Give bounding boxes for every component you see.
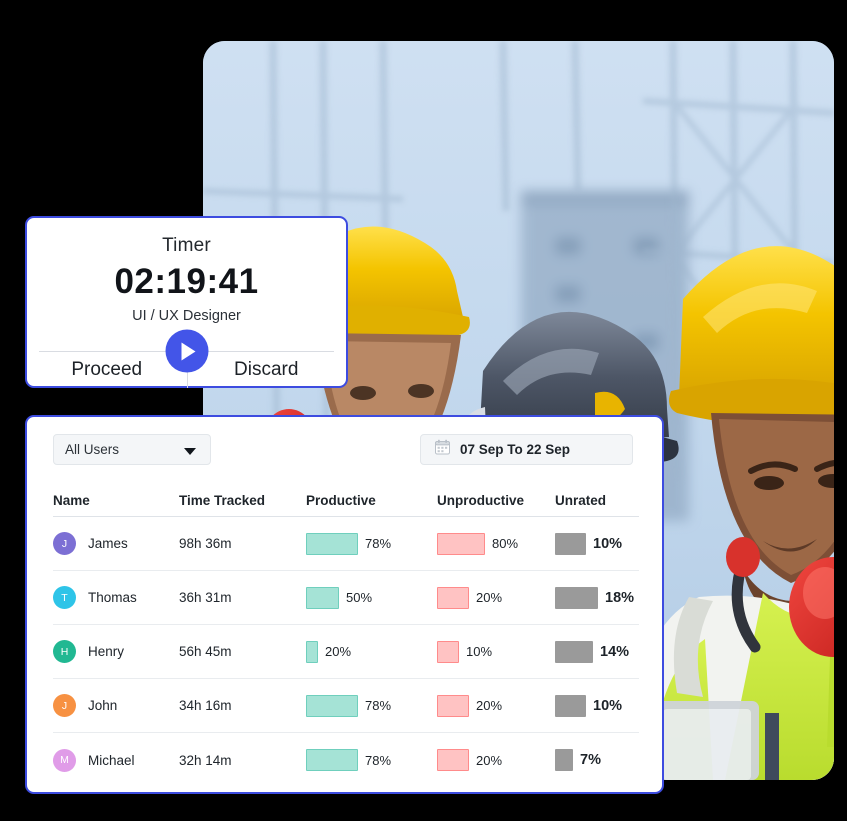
unprod-bar [437, 586, 469, 609]
unprod-bar [437, 694, 469, 717]
unprod-percent: 10% [466, 644, 493, 659]
avatar: M [53, 748, 76, 772]
prod-percent: 78% [365, 752, 392, 768]
column-header-productive: Productive [306, 493, 376, 508]
cell-time-tracked: 32h 14m [179, 752, 232, 768]
unprod-bar [437, 640, 459, 663]
column-header-name: Name [53, 493, 90, 508]
cell-name: M Michael [53, 748, 179, 772]
timer-value: 02:19:41 [114, 262, 259, 301]
prod-percent: 20% [325, 644, 352, 659]
date-range-picker[interactable]: 07 Sep To 22 Sep [420, 434, 633, 465]
prod-percent: 78% [365, 698, 392, 713]
unprod-percent: 20% [476, 698, 503, 713]
cell-unprod: 80% [437, 532, 555, 555]
cell-unprod: 20% [437, 586, 555, 609]
cell-unprod: 20% [437, 694, 555, 717]
unprod-percent: 80% [492, 536, 519, 551]
prod-percent: 50% [346, 590, 373, 605]
unrated-bar [555, 694, 586, 717]
table-row[interactable]: H Henry 56h 45m 20% 10% 14% [53, 625, 639, 679]
table-body: J James 98h 36m 78% 80% 10% T Thomas 36h 31m 50% 2… [53, 517, 639, 787]
prod-bar [306, 586, 339, 609]
cell-unrated: 10% [555, 532, 639, 555]
timer-card: Timer 02:19:41 UI / UX Designer Proceed … [25, 216, 348, 388]
table-header-row: Name Time Tracked Productive Unproductiv… [53, 491, 639, 517]
user-name: Henry [88, 644, 125, 659]
cell-name: J James [53, 532, 179, 555]
cell-unrated: 18% [555, 586, 639, 609]
unprod-bar [437, 749, 469, 771]
user-name: Michael [88, 752, 135, 768]
unrated-percent: 10% [593, 535, 623, 552]
cell-name: H Henry [53, 640, 179, 663]
cell-unrated: 7% [555, 749, 639, 771]
discard-button[interactable]: Discard [187, 352, 347, 388]
unrated-percent: 10% [593, 697, 623, 714]
timer-role: UI / UX Designer [132, 308, 241, 324]
unprod-bar [437, 532, 485, 555]
play-icon[interactable] [165, 329, 208, 373]
unprod-percent: 20% [476, 752, 503, 768]
cell-time-tracked: 98h 36m [179, 536, 232, 551]
timer-title: Timer [162, 235, 211, 256]
cell-time-tracked: 56h 45m [179, 644, 232, 659]
user-filter-select[interactable]: All Users [53, 434, 211, 465]
column-header-unproductive: Unproductive [437, 493, 525, 508]
user-name: John [88, 698, 118, 713]
user-name: James [88, 536, 128, 551]
user-filter-value: All Users [65, 442, 120, 457]
prod-percent: 78% [365, 536, 392, 551]
prod-bar [306, 532, 358, 555]
chevron-down-icon [184, 448, 196, 455]
avatar: J [53, 532, 76, 555]
table-row[interactable]: J James 98h 36m 78% 80% 10% [53, 517, 639, 571]
column-header-unrated: Unrated [555, 493, 607, 508]
cell-prod: 20% [306, 640, 437, 663]
prod-bar [306, 749, 358, 771]
cell-unrated: 14% [555, 640, 639, 663]
avatar: T [53, 586, 76, 609]
table-controls: All Users 07 Sep To 22 Sep [27, 434, 662, 466]
table-row[interactable]: M Michael 32h 14m 78% 20% 7% [53, 733, 639, 787]
table-row[interactable]: J John 34h 16m 78% 20% 10% [53, 679, 639, 733]
table-row[interactable]: T Thomas 36h 31m 50% 20% 18% [53, 571, 639, 625]
column-header-time-tracked: Time Tracked [179, 493, 266, 508]
cell-prod: 50% [306, 586, 437, 609]
cell-prod: 78% [306, 749, 437, 771]
activity-table: Name Time Tracked Productive Unproductiv… [53, 491, 639, 787]
prod-bar [306, 694, 358, 717]
play-triangle [181, 342, 196, 360]
unrated-bar [555, 586, 598, 609]
user-name: Thomas [88, 590, 137, 605]
unrated-percent: 18% [605, 589, 635, 606]
cell-name: J John [53, 694, 179, 717]
cell-unprod: 10% [437, 640, 555, 663]
activity-table-panel: All Users 07 Sep To 22 Sep Name Time Tra… [25, 415, 664, 794]
cell-unprod: 20% [437, 749, 555, 771]
cell-name: T Thomas [53, 586, 179, 609]
unrated-bar [555, 640, 593, 663]
unrated-bar [555, 749, 573, 771]
avatar: H [53, 640, 76, 663]
cell-time-tracked: 36h 31m [179, 590, 232, 605]
cell-prod: 78% [306, 694, 437, 717]
calendar-icon [435, 439, 450, 460]
screenshot-root: Timer 02:19:41 UI / UX Designer Proceed … [0, 0, 847, 821]
cell-prod: 78% [306, 532, 437, 555]
date-range-value: 07 Sep To 22 Sep [460, 442, 571, 457]
unrated-percent: 14% [600, 643, 630, 660]
proceed-button[interactable]: Proceed [27, 352, 187, 388]
unrated-percent: 7% [580, 752, 601, 768]
unprod-percent: 20% [476, 590, 503, 605]
prod-bar [306, 640, 318, 663]
unrated-bar [555, 532, 586, 555]
cell-unrated: 10% [555, 694, 639, 717]
cell-time-tracked: 34h 16m [179, 698, 232, 713]
avatar: J [53, 694, 76, 717]
